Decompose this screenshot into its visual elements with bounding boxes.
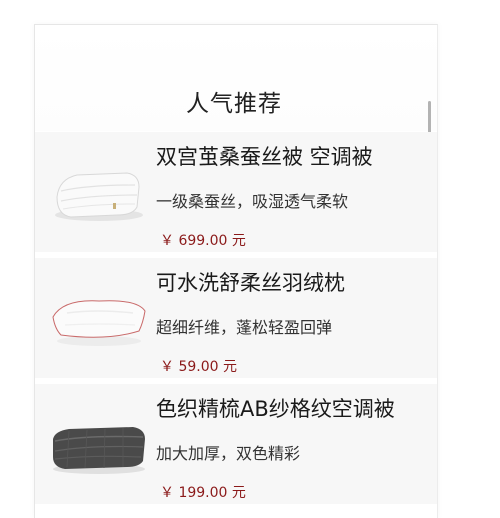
product-desc: 加大加厚，双色精彩 <box>156 444 301 463</box>
gray-blanket-image <box>53 427 145 474</box>
product-title[interactable]: 可水洗舒柔丝羽绒枕 <box>156 267 345 297</box>
product-price: ￥ 699.00 元 <box>160 233 246 249</box>
product-price: ￥ 199.00 元 <box>160 485 246 501</box>
product-title[interactable]: 双宫茧桑蚕丝被 空调被 <box>156 141 373 171</box>
white-pillow-image <box>52 300 146 346</box>
panel-header: 人气推荐 <box>35 25 437 139</box>
product-price: ￥ 59.00 元 <box>160 359 237 375</box>
product-item[interactable]: 色织精梳AB纱格纹空调被 加大加厚，双色精彩 ￥ 199.00 元 <box>35 384 437 504</box>
white-quilt-image <box>55 172 143 221</box>
product-item[interactable]: 可水洗舒柔丝羽绒枕 超细纤维，蓬松轻盈回弹 ￥ 59.00 元 <box>35 258 437 378</box>
product-item[interactable]: 双宫茧桑蚕丝被 空调被 一级桑蚕丝，吸湿透气柔软 ￥ 699.00 元 <box>35 132 437 252</box>
product-title[interactable]: 色织精梳AB纱格纹空调被 <box>156 393 395 423</box>
product-desc: 超细纤维，蓬松轻盈回弹 <box>156 318 333 337</box>
recommend-panel: 人气推荐 双宫茧桑蚕丝被 空调被 一级桑蚕丝，吸湿透气柔软 ￥ 699.00 元 <box>34 24 438 518</box>
product-desc: 一级桑蚕丝，吸湿透气柔软 <box>156 192 349 211</box>
section-title: 人气推荐 <box>186 91 282 117</box>
product-list: 双宫茧桑蚕丝被 空调被 一级桑蚕丝，吸湿透气柔软 ￥ 699.00 元 可水洗舒… <box>35 132 437 510</box>
